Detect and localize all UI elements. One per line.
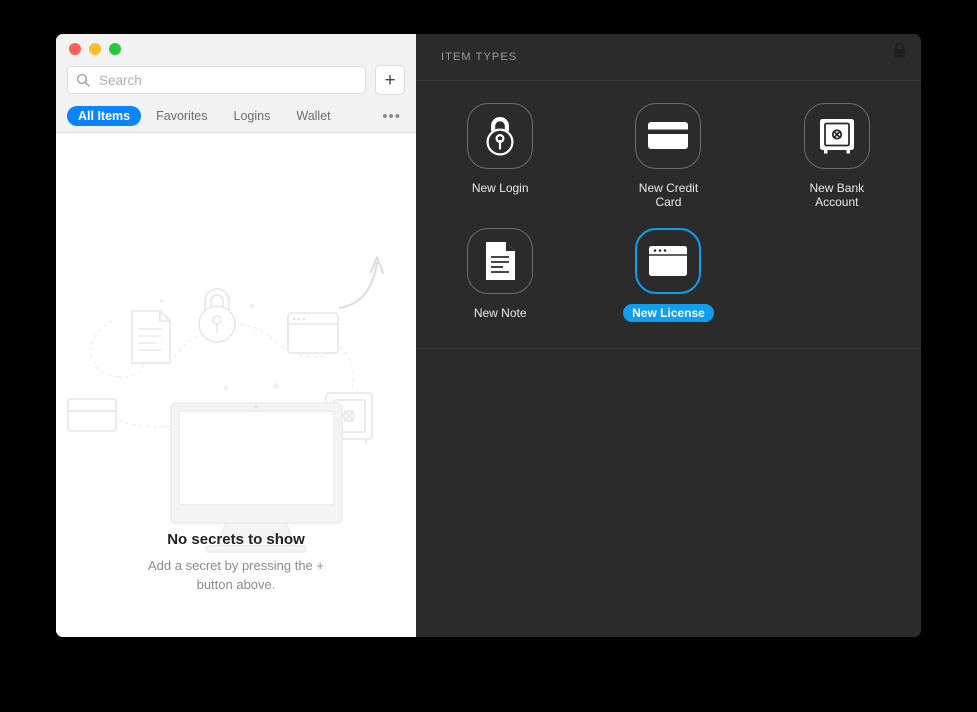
tab-wallet[interactable]: Wallet	[285, 106, 341, 126]
search-icon	[76, 73, 90, 87]
empty-state-title: No secrets to show	[167, 531, 305, 548]
lock-vault-button[interactable]	[889, 40, 909, 60]
item-type-new-license[interactable]: New License	[584, 227, 752, 323]
padlock-icon	[486, 117, 514, 156]
lock-icon	[893, 42, 905, 57]
item-type-new-login[interactable]: New Login	[416, 103, 584, 212]
mini-credit-card-icon	[67, 398, 117, 432]
search-field[interactable]	[67, 66, 366, 94]
item-type-label: New License	[623, 303, 714, 323]
add-item-button[interactable]: +	[375, 65, 405, 95]
traffic-light-controls	[69, 43, 121, 55]
tab-logins[interactable]: Logins	[223, 106, 282, 126]
section-title: ITEM TYPES	[441, 51, 518, 63]
item-type-label: New Login	[471, 181, 529, 195]
safe-icon	[819, 119, 854, 154]
minimize-button[interactable]	[89, 43, 101, 55]
browser-window-icon	[649, 245, 688, 276]
empty-state-text: No secrets to show Add a secret by press…	[56, 531, 416, 595]
item-types-grid-area: New Login New Credit Card New Bank Accou…	[416, 81, 921, 350]
document-icon	[486, 241, 516, 280]
credit-card-icon	[648, 122, 689, 149]
maximize-button[interactable]	[109, 43, 121, 55]
mini-note-icon	[131, 310, 171, 364]
item-type-new-bank-account[interactable]: New Bank Account	[753, 103, 921, 212]
item-type-new-credit-card[interactable]: New Credit Card	[584, 103, 752, 212]
plus-icon: +	[384, 69, 396, 91]
new-license-icon-tile	[635, 227, 702, 294]
ellipsis-icon: •••	[382, 107, 401, 125]
item-type-label: New Credit Card	[638, 181, 699, 210]
mini-padlock-icon	[198, 288, 236, 343]
desktop-background: + All Items Favorites Logins Wallet	[0, 0, 977, 712]
items-pane: + All Items Favorites Logins Wallet	[56, 34, 416, 637]
new-bank-account-icon-tile	[803, 103, 870, 169]
tab-all-items[interactable]: All Items	[67, 106, 142, 126]
item-types-header: ITEM TYPES	[416, 34, 921, 81]
mini-monitor-icon	[170, 402, 343, 553]
new-credit-card-icon-tile	[635, 103, 702, 169]
mini-browser-icon	[287, 312, 339, 354]
new-login-icon-tile	[467, 103, 534, 169]
new-note-icon-tile	[467, 227, 534, 294]
search-input[interactable]	[97, 71, 357, 89]
window-titlebar: +	[56, 34, 416, 100]
item-details-empty-area	[416, 349, 921, 637]
empty-state: No secrets to show Add a secret by press…	[56, 133, 416, 637]
tab-label: Favorites	[156, 109, 208, 123]
app-window: + All Items Favorites Logins Wallet	[56, 34, 921, 637]
filter-tabbar: All Items Favorites Logins Wallet •••	[56, 100, 416, 133]
tab-label: Logins	[233, 109, 271, 123]
tab-favorites[interactable]: Favorites	[145, 106, 218, 126]
tab-label: Wallet	[296, 109, 331, 123]
item-types-pane: ITEM TYPES New Login New Credit Card New…	[416, 34, 921, 637]
illustration-svg	[67, 255, 385, 553]
item-types-grid: New Login New Credit Card New Bank Accou…	[416, 103, 921, 323]
item-type-new-note[interactable]: New Note	[416, 227, 584, 322]
item-type-label: New Bank Account	[809, 181, 865, 210]
empty-state-subtitle: Add a secret by pressing the + button ab…	[148, 558, 324, 592]
close-button[interactable]	[69, 43, 81, 55]
more-tabs-button[interactable]: •••	[382, 109, 405, 124]
tab-label: All Items	[78, 109, 131, 123]
item-type-grid-empty-cell	[753, 228, 921, 322]
search-row: +	[67, 65, 405, 95]
empty-state-illustration	[56, 141, 416, 561]
item-type-label: New Note	[473, 305, 527, 320]
